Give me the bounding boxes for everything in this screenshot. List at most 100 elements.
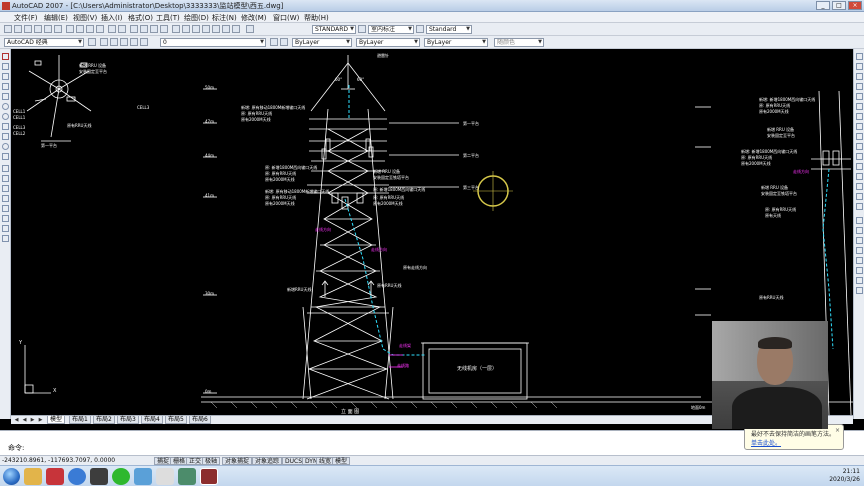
menu-tools[interactable]: 工具(T) bbox=[156, 13, 180, 23]
dim-style-combo[interactable]: 室内标注 ▼ bbox=[368, 25, 414, 34]
table-style-icon[interactable] bbox=[416, 25, 424, 33]
tab-layout3[interactable]: 布局3 bbox=[117, 416, 139, 424]
construction-line-icon[interactable] bbox=[2, 63, 9, 70]
markup-icon[interactable] bbox=[212, 25, 220, 33]
autocad-taskbar-icon[interactable] bbox=[200, 468, 218, 485]
designcenter-icon[interactable] bbox=[182, 25, 190, 33]
prev-tab-icon[interactable]: ◀ bbox=[21, 417, 28, 424]
layer-manager-icon[interactable] bbox=[100, 38, 108, 46]
erase-icon[interactable] bbox=[856, 53, 863, 60]
pan-icon[interactable] bbox=[130, 25, 138, 33]
preview-icon[interactable] bbox=[44, 25, 52, 33]
command-prompt[interactable]: 命令: bbox=[8, 443, 24, 453]
lineweight-combo[interactable]: ByLayer ▼ bbox=[424, 38, 488, 47]
break-icon[interactable] bbox=[856, 163, 863, 170]
tab-layout4[interactable]: 布局4 bbox=[141, 416, 163, 424]
menu-edit[interactable]: 编辑(E) bbox=[44, 13, 68, 23]
join-icon[interactable] bbox=[856, 173, 863, 180]
osnap-toggle[interactable]: 对象捕捉 bbox=[222, 457, 253, 465]
arc-icon[interactable] bbox=[2, 103, 9, 110]
system-tray-clock[interactable]: 21:11 2020/3/26 bbox=[829, 468, 860, 484]
array-icon[interactable] bbox=[856, 93, 863, 100]
polyline-icon[interactable] bbox=[2, 73, 9, 80]
zoom-window-icon[interactable] bbox=[150, 25, 158, 33]
properties-icon[interactable] bbox=[172, 25, 180, 33]
wechat-icon[interactable] bbox=[112, 468, 130, 485]
app-icon[interactable] bbox=[156, 468, 174, 485]
zoom-realtime-icon[interactable] bbox=[140, 25, 148, 33]
lock-icon[interactable] bbox=[130, 38, 138, 46]
close-button[interactable]: × bbox=[848, 1, 862, 10]
snap-perpendicular-icon[interactable] bbox=[856, 277, 863, 284]
explode-icon[interactable] bbox=[856, 203, 863, 210]
polygon-icon[interactable] bbox=[2, 83, 9, 90]
stretch-icon[interactable] bbox=[856, 133, 863, 140]
workspace-combo[interactable]: AutoCAD 经典 ▼ bbox=[4, 38, 84, 47]
save-icon[interactable] bbox=[24, 25, 32, 33]
command-window[interactable]: 命令: bbox=[0, 430, 864, 455]
snap-endpoint-icon[interactable] bbox=[856, 217, 863, 224]
table-icon[interactable] bbox=[2, 225, 9, 232]
tab-layout2[interactable]: 布局2 bbox=[93, 416, 115, 424]
menu-insert[interactable]: 插入(I) bbox=[101, 13, 123, 23]
point-icon[interactable] bbox=[2, 185, 9, 192]
menu-help[interactable]: 帮助(H) bbox=[304, 13, 329, 23]
lightbulb-icon[interactable] bbox=[110, 38, 118, 46]
mtext-icon[interactable] bbox=[2, 235, 9, 242]
offset-icon[interactable] bbox=[856, 83, 863, 90]
copy-object-icon[interactable] bbox=[856, 63, 863, 70]
tab-layout5[interactable]: 布局5 bbox=[165, 416, 187, 424]
first-tab-icon[interactable]: ◀ bbox=[13, 417, 20, 424]
linetype-combo[interactable]: ByLayer ▼ bbox=[356, 38, 420, 47]
make-current-layer-icon[interactable] bbox=[270, 38, 278, 46]
region-icon[interactable] bbox=[2, 215, 9, 222]
extend-icon[interactable] bbox=[856, 153, 863, 160]
match-properties-icon[interactable] bbox=[96, 25, 104, 33]
rectangle-icon[interactable] bbox=[2, 93, 9, 100]
line-icon[interactable] bbox=[2, 53, 9, 60]
balloon-link[interactable]: 单击此处。 bbox=[751, 438, 781, 447]
insert-block-icon[interactable] bbox=[2, 165, 9, 172]
browser-icon[interactable] bbox=[68, 468, 86, 485]
redo-icon[interactable] bbox=[118, 25, 126, 33]
autocad-app-icon[interactable] bbox=[2, 2, 10, 10]
scale-icon[interactable] bbox=[856, 123, 863, 130]
tab-model[interactable]: 模型 bbox=[47, 416, 66, 424]
gradient-icon[interactable] bbox=[2, 205, 9, 212]
quickcalc-icon[interactable] bbox=[222, 25, 230, 33]
text-style-icon[interactable] bbox=[246, 25, 254, 33]
minimize-button[interactable]: _ bbox=[816, 1, 830, 10]
menu-window[interactable]: 窗口(W) bbox=[273, 13, 299, 23]
layer-previous-icon[interactable] bbox=[280, 38, 288, 46]
move-icon[interactable] bbox=[856, 103, 863, 110]
paste-icon[interactable] bbox=[86, 25, 94, 33]
menu-modify[interactable]: 修改(M) bbox=[241, 13, 267, 23]
revision-cloud-icon[interactable] bbox=[2, 123, 9, 130]
dim-style-icon[interactable] bbox=[358, 25, 366, 33]
snap-intersection-icon[interactable] bbox=[856, 237, 863, 244]
mirror-icon[interactable] bbox=[856, 73, 863, 80]
otrack-toggle[interactable]: 对象追踪 bbox=[252, 457, 283, 465]
print-icon[interactable] bbox=[34, 25, 42, 33]
chamfer-icon[interactable] bbox=[856, 183, 863, 190]
publish-icon[interactable] bbox=[54, 25, 62, 33]
layer-combo[interactable]: 0 ▼ bbox=[160, 38, 266, 47]
app-icon[interactable] bbox=[178, 468, 196, 485]
trim-icon[interactable] bbox=[856, 143, 863, 150]
snap-quadrant-icon[interactable] bbox=[856, 257, 863, 264]
fillet-icon[interactable] bbox=[856, 193, 863, 200]
circle-icon[interactable] bbox=[2, 113, 9, 120]
file-explorer-icon[interactable] bbox=[24, 468, 42, 485]
text-style-combo[interactable]: STANDARD ▼ bbox=[312, 25, 356, 34]
make-block-icon[interactable] bbox=[2, 175, 9, 182]
copy-icon[interactable] bbox=[76, 25, 84, 33]
ellipse-icon[interactable] bbox=[2, 143, 9, 150]
app-icon[interactable] bbox=[134, 468, 152, 485]
hatch-icon[interactable] bbox=[2, 195, 9, 202]
last-tab-icon[interactable]: ▶ bbox=[37, 417, 44, 424]
color-combo[interactable]: ByLayer ▼ bbox=[292, 38, 352, 47]
snap-midpoint-icon[interactable] bbox=[856, 227, 863, 234]
open-icon[interactable] bbox=[14, 25, 22, 33]
menu-file[interactable]: 文件(F) bbox=[14, 13, 38, 23]
table-style-combo[interactable]: Standard ▼ bbox=[426, 25, 472, 34]
